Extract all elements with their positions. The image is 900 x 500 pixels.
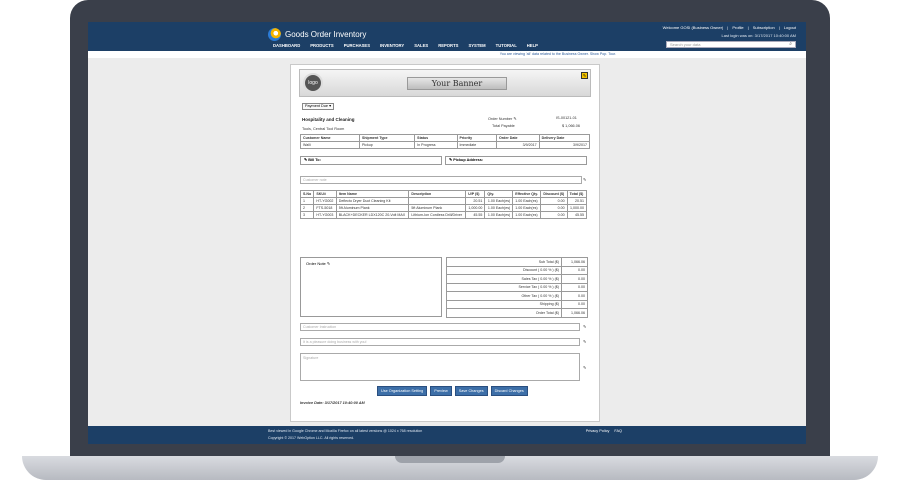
customer-note-input[interactable]: Customer note xyxy=(300,176,582,184)
app-name: Goods Order Inventory xyxy=(285,30,367,39)
totals-table: Sub Total ($) 1,066.06 Discount ( 0.00 % … xyxy=(446,257,588,318)
signature-input[interactable]: Signature xyxy=(300,353,580,381)
invoice-date: Invoice Date: 3/17/2017 10:40:00 AM xyxy=(300,401,365,405)
nav-help[interactable]: HELP xyxy=(522,40,543,51)
search-icon[interactable]: ⌕ xyxy=(789,42,792,47)
privacy-policy-link[interactable]: Privacy Policy xyxy=(586,429,610,433)
banner-placeholder[interactable]: Your Banner xyxy=(407,77,507,90)
col-shipment-type[interactable]: Shipment Type xyxy=(358,134,416,142)
nav-purchases[interactable]: PURCHASES xyxy=(339,40,375,51)
col-status[interactable]: Status xyxy=(414,134,458,142)
pickup-address[interactable]: ✎ Pickup Address: xyxy=(445,156,587,165)
footer-browser-note: Best viewed in Google Chrome and Mozilla… xyxy=(268,429,423,433)
payment-select[interactable]: Payment Due ▾ xyxy=(302,103,334,110)
items-table: S.No SKU# Item Name Description U/P ($) … xyxy=(299,190,588,219)
edit-icon[interactable]: ✎ xyxy=(583,339,586,344)
table-row: Walli Pickup In Progress Immediate 3/9/2… xyxy=(300,141,591,149)
subscription-link[interactable]: Subscription xyxy=(753,25,775,30)
nav-reports[interactable]: REPORTS xyxy=(433,40,463,51)
footer-copyright: Copyright © 2017 WebOption LLC. All righ… xyxy=(268,436,355,440)
col-order-date[interactable]: Order Date xyxy=(495,134,540,142)
table-row: 3 HT-YG003 BLACK+DECKER LDX120C 20-Volt MA… xyxy=(299,211,588,219)
edit-banner-icon[interactable]: ✎ xyxy=(581,72,588,79)
laptop-notch xyxy=(395,456,505,463)
welcome-text: Welcome GOSI (Business Owner) xyxy=(662,25,724,30)
footer-links: Privacy Policy FAQ xyxy=(586,429,622,433)
invoice-sheet: logo Your Banner ✎ Payment Due ▾ Hospita… xyxy=(290,64,600,422)
use-org-setting-button[interactable]: Use Organization Setting xyxy=(377,386,428,396)
edit-icon[interactable]: ✎ xyxy=(583,177,586,182)
table-row: 2 FTS-5018 5ft Aluminum Plank 5ft Aluminum … xyxy=(299,204,588,212)
top-links: Welcome GOSI (Business Owner) | Profile … xyxy=(662,25,796,30)
search-input[interactable]: Search your data ⌕ xyxy=(666,41,796,48)
notice-bar: You are viewing 'all' data related to th… xyxy=(88,51,806,58)
order-number: IS-00121-01 xyxy=(556,116,577,120)
total-payable: $ 1,066.06 xyxy=(562,124,580,128)
order-note[interactable]: Order Note ✎ xyxy=(300,257,442,317)
nav-inventory[interactable]: INVENTORY xyxy=(375,40,409,51)
total-payable-label: Total Payable xyxy=(492,124,515,128)
customer-table: Customer Name Shipment Type Status Prior… xyxy=(300,134,591,149)
company-address: Tools, Central Tool Room xyxy=(302,127,345,131)
preview-button[interactable]: Preview xyxy=(430,386,452,396)
logout-link[interactable]: Logout xyxy=(784,25,796,30)
edit-icon[interactable]: ✎ xyxy=(583,365,586,370)
main-content: logo Your Banner ✎ Payment Due ▾ Hospita… xyxy=(88,58,806,426)
nav-products[interactable]: PRODUCTS xyxy=(305,40,339,51)
footer: Best viewed in Google Chrome and Mozilla… xyxy=(88,426,806,444)
profile-link[interactable]: Profile xyxy=(732,25,743,30)
discard-changes-button[interactable]: Discard Changes xyxy=(490,386,528,396)
faq-link[interactable]: FAQ xyxy=(614,429,622,433)
customer-instruction-input[interactable]: Customer Instruction xyxy=(300,323,580,331)
screen: Goods Order Inventory Welcome GOSI (Busi… xyxy=(88,22,806,444)
edit-icon[interactable]: ✎ xyxy=(583,324,586,329)
table-row: 1 HT-YG002 Deflecto Dryer Duct Cleaning Ki… xyxy=(299,197,588,205)
col-priority[interactable]: Priority xyxy=(456,134,497,142)
logo-placeholder[interactable]: logo xyxy=(303,73,323,93)
app-header: Goods Order Inventory Welcome GOSI (Busi… xyxy=(88,22,806,51)
last-login: Last login was on: 3/17/2017 10:40:00 AM xyxy=(721,33,797,38)
bill-to[interactable]: ✎ Bill To: xyxy=(300,156,442,165)
banner-row: logo Your Banner ✎ xyxy=(299,69,591,97)
action-buttons: Use Organization Setting Preview Save Ch… xyxy=(377,386,528,396)
order-number-label: Order Number ✎ xyxy=(488,117,517,121)
col-customer-name[interactable]: Customer Name xyxy=(300,134,360,142)
nav-system[interactable]: SYSTEM xyxy=(463,40,490,51)
nav-dashboard[interactable]: DASHBOARD xyxy=(268,40,305,51)
save-changes-button[interactable]: Save Changes xyxy=(454,386,488,396)
thanks-message-input[interactable]: It is a pleasure doing business with you… xyxy=(300,338,580,346)
nav-sales[interactable]: SALES xyxy=(409,40,433,51)
col-delivery-date[interactable]: Delivery Date xyxy=(538,134,591,142)
company-name: Hospitality and Cleaning xyxy=(302,117,355,122)
nav-tutorial[interactable]: TUTORIAL xyxy=(491,40,522,51)
